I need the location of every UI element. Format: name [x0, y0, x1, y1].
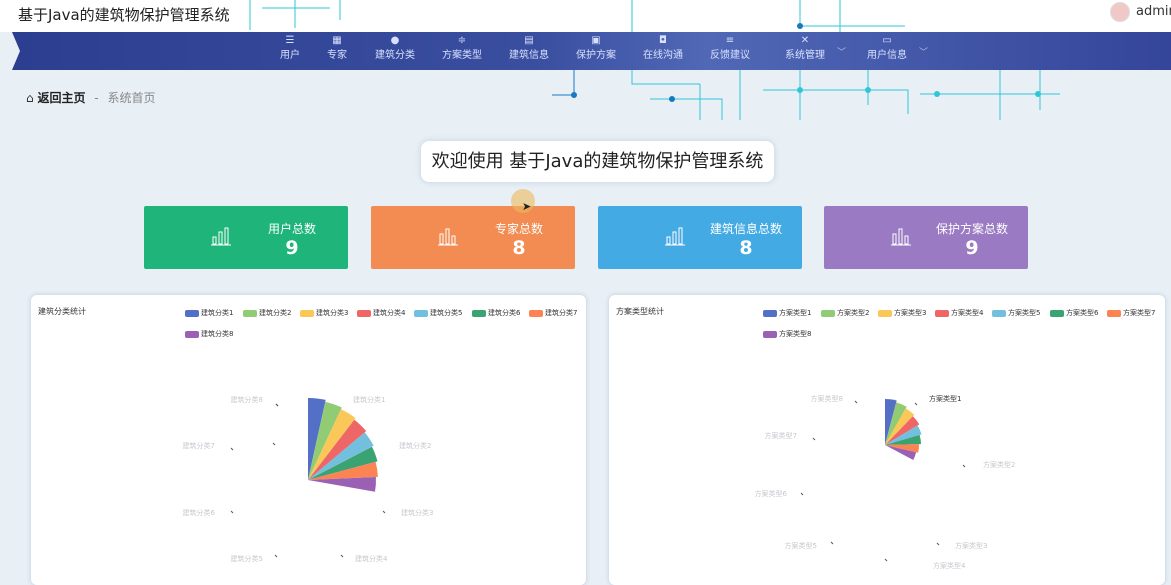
pie-label-line	[962, 464, 966, 468]
pie-label-line	[382, 510, 386, 514]
stat-card-experts[interactable]: 专家总数 8	[371, 206, 575, 269]
pie-label-line	[812, 437, 816, 441]
nav-item-experts[interactable]: ▦ 专家	[323, 35, 351, 69]
chat-icon: ◘	[659, 35, 667, 46]
pie-slice-label: 建筑分类5	[231, 554, 263, 563]
breadcrumb: ⌂ 返回主页 - 系统首页	[26, 89, 155, 106]
main-nav: ☰ 用户 ▦ 专家 ● 建筑分类 ≑ 方案类型 ▤ 建筑信息 ▣ 保护方案 ◘ …	[12, 32, 1171, 70]
stat-value: 9	[965, 237, 979, 259]
pie-label-line	[272, 442, 276, 446]
pie-slice-label: 建筑分类7	[183, 441, 215, 450]
nav-item-feedback[interactable]: ≡ 反馈建议	[705, 35, 755, 69]
nav-item-building-info[interactable]: ▤ 建筑信息	[504, 35, 554, 69]
mouse-pointer-icon: ➤	[522, 200, 532, 213]
pie-slice-label: 建筑分类4	[355, 554, 388, 563]
app-title: 基于Java的建筑物保护管理系统	[18, 6, 230, 24]
pie-chart: 建筑分类1 建筑分类2 建筑分类3 建筑分类4 建筑分类5 建筑分类6 建筑分类7 建筑分类8	[183, 395, 434, 563]
pie-label-line	[274, 554, 278, 558]
pie-slice-label: 方案类型6	[755, 489, 788, 498]
nav-item-system-management[interactable]: ✕ 系统管理	[780, 35, 830, 69]
stat-label: 建筑信息总数	[709, 222, 782, 236]
bar-chart-icon	[211, 227, 231, 246]
stat-label: 专家总数	[494, 222, 543, 236]
nav-item-building-category[interactable]: ● 建筑分类	[370, 35, 420, 69]
stat-label: 保护方案总数	[935, 222, 1008, 236]
welcome-banner: 欢迎使用 基于Java的建筑物保护管理系统	[421, 141, 774, 182]
pie-label-line	[230, 510, 234, 514]
pie-slice-label: 方案类型3	[955, 541, 987, 550]
stat-card-users[interactable]: 用户总数 9	[144, 206, 348, 269]
pie-slice-label: 方案类型4	[933, 561, 966, 570]
pie-label-line	[830, 541, 834, 545]
pie-label-line	[914, 402, 918, 406]
bar-chart-icon	[891, 228, 911, 246]
pie-slice-label: 建筑分类8	[231, 395, 263, 404]
stat-card-protection-plans[interactable]: 保护方案总数 9	[824, 206, 1028, 269]
pie-label-line	[230, 447, 234, 451]
nav-item-plan-type[interactable]: ≑ 方案类型	[437, 35, 487, 69]
stat-value: 8	[739, 237, 753, 259]
menu-icon: ≡	[725, 35, 735, 46]
sliders-icon: ≑	[457, 35, 467, 46]
user-icon: ●	[390, 35, 400, 46]
breadcrumb-separator: -	[94, 91, 99, 105]
pie-label-line	[884, 558, 888, 562]
pie-slice-label: 方案类型2	[983, 460, 1015, 469]
pie-label-line	[854, 400, 858, 404]
pie-slice-label: 建筑分类2	[399, 441, 431, 450]
breadcrumb-home-link[interactable]: 返回主页	[37, 91, 85, 105]
nav-item-user-info[interactable]: ▭ 用户信息	[862, 35, 912, 69]
breadcrumb-current: 系统首页	[107, 91, 156, 105]
avatar[interactable]	[1110, 2, 1130, 22]
bar-chart-icon	[438, 228, 458, 246]
pie-slice-label: 方案类型1	[929, 394, 961, 403]
chart-panel-building-category: 建筑分类统计 建筑分类1 建筑分类2 建筑分类3 建筑分类4 建筑分类5 建筑分类6 建筑分…	[31, 295, 586, 585]
nav-item-protection-plan[interactable]: ▣ 保护方案	[571, 35, 621, 69]
top-bar: 基于Java的建筑物保护管理系统 admin	[0, 0, 1171, 32]
tools-icon: ✕	[800, 35, 810, 46]
chevron-down-icon[interactable]: ﹀	[837, 45, 846, 58]
pie-slice-label: 方案类型5	[785, 541, 817, 550]
board-icon: ▤	[524, 35, 534, 46]
user-name[interactable]: admin	[1136, 4, 1171, 19]
pie-label-line	[275, 403, 279, 407]
pie-slice-label: 建筑分类3	[401, 508, 433, 517]
nav-item-users[interactable]: ☰ 用户	[276, 35, 304, 69]
pie-label-line	[340, 554, 344, 558]
stat-value: 8	[512, 237, 526, 259]
clipboard-icon: ▣	[591, 35, 601, 46]
stat-card-building-info[interactable]: 建筑信息总数 8	[598, 206, 802, 269]
chevron-down-icon[interactable]: ﹀	[919, 45, 928, 58]
pie-chart: 方案类型1 方案类型2 方案类型3 方案类型4 方案类型5 方案类型6 方案类型7 方案类型8	[755, 394, 1016, 570]
pie-slice-label: 建筑分类1	[353, 395, 385, 404]
stat-value: 9	[285, 237, 299, 259]
nav-item-online-chat[interactable]: ◘ 在线沟通	[638, 35, 688, 69]
list-icon: ☰	[285, 35, 295, 46]
pie-label-line	[800, 492, 804, 496]
pie-slice-label: 方案类型8	[811, 394, 843, 403]
pie-label-line	[936, 542, 940, 546]
chart-panel-plan-type: 方案类型统计 方案类型1 方案类型2 方案类型3 方案类型4 方案类型5 方案类型6 方案类…	[609, 295, 1165, 585]
stat-label: 用户总数	[267, 222, 316, 236]
home-icon[interactable]: ⌂	[26, 91, 34, 105]
pie-slice-label: 方案类型7	[765, 431, 797, 440]
pie-slice-label: 建筑分类6	[183, 508, 216, 517]
grid-icon: ▦	[332, 35, 342, 46]
window-icon: ▭	[882, 35, 892, 46]
bar-chart-icon	[665, 227, 685, 246]
